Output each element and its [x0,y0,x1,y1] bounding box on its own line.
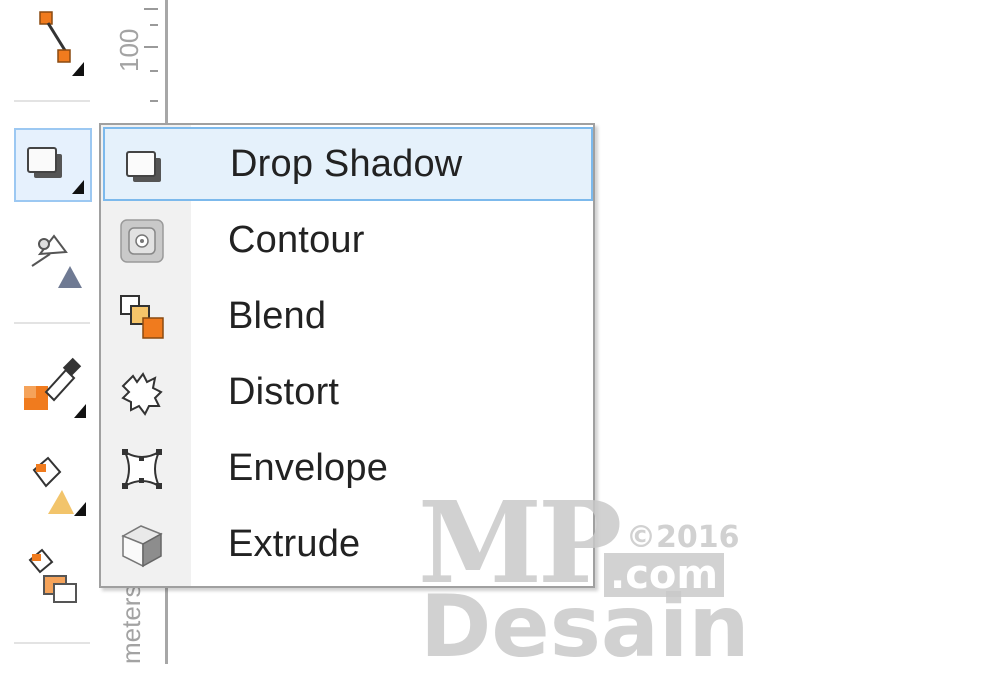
color-eyedropper-button[interactable] [14,352,92,426]
drop-shadow-icon [126,151,161,182]
extrude-icon [121,525,163,568]
ruler-unit-label: meters [116,584,146,664]
ruler-tick [144,46,158,48]
interactive-fill-icon [32,456,86,516]
drop-shadow-tool-icon [27,147,84,194]
ruler-label-100: 100 [114,28,144,72]
effects-flyout-menu: Drop Shadow Contour Blend Distort Envelo… [99,123,595,588]
drop-shadow-tool-button[interactable] [14,128,92,202]
menu-item-label: Extrude [228,523,361,565]
watermark-name: Desain [420,577,750,677]
envelope-icon [122,449,162,489]
menu-item-drop-shadow[interactable]: Drop Shadow [103,127,593,201]
menu-item-extrude[interactable]: Extrude [103,507,593,581]
smart-fill-button[interactable] [14,544,92,618]
blend-icon [120,295,164,339]
menu-item-label: Blend [228,295,327,337]
color-eyedropper-icon [24,357,86,418]
menu-item-label: Contour [228,219,365,261]
menu-item-label: Distort [228,371,340,413]
smart-fill-icon [28,548,77,603]
menu-item-label: Envelope [228,447,389,489]
ruler-tick [144,8,158,10]
distort-icon [121,372,163,416]
toolbox-separator [14,100,90,102]
connector-tool-button[interactable] [14,6,92,80]
toolbox-separator [14,642,90,644]
transparency-tool-button[interactable] [14,222,92,296]
watermark-year: ©2016 [626,520,740,555]
transparency-tool-icon [31,234,82,288]
contour-icon [120,219,164,263]
toolbox [0,0,100,664]
toolbox-separator [14,322,90,324]
menu-item-contour[interactable]: Contour [103,203,593,277]
menu-item-distort[interactable]: Distort [103,355,593,429]
watermark-domain: .com [604,553,725,597]
menu-item-blend[interactable]: Blend [103,279,593,353]
connector-tool-icon [39,11,84,76]
menu-item-label: Drop Shadow [230,143,463,185]
menu-item-envelope[interactable]: Envelope [103,431,593,505]
ruler-tick [150,24,158,26]
interactive-fill-button[interactable] [14,450,92,524]
ruler-tick [150,100,158,102]
ruler-tick [150,70,158,72]
